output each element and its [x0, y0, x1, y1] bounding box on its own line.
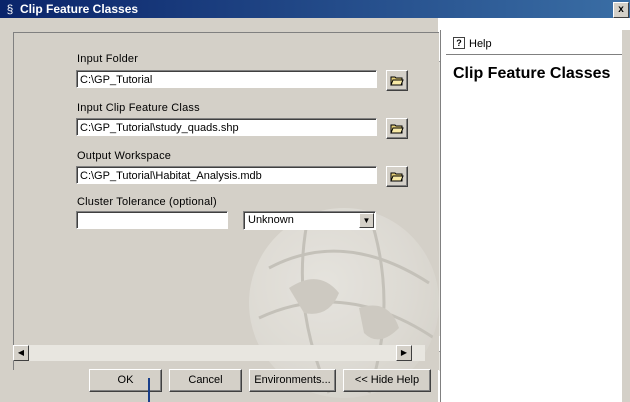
input-folder-field[interactable]: C:\GP_Tutorial [76, 70, 377, 88]
help-tab-label: Help [469, 38, 492, 50]
open-folder-icon [390, 172, 404, 182]
input-clip-browse-button[interactable] [386, 118, 408, 139]
scroll-right-button[interactable]: ▶ [396, 345, 412, 361]
callout-pointer-line [148, 378, 150, 402]
output-workspace-label: Output Workspace [77, 150, 172, 162]
input-clip-field[interactable]: C:\GP_Tutorial\study_quads.shp [76, 118, 377, 136]
chevron-down-icon[interactable]: ▼ [359, 213, 374, 228]
tolerance-unit-select[interactable]: Unknown ▼ [243, 211, 376, 230]
cluster-tolerance-field[interactable] [76, 211, 228, 229]
hide-help-button[interactable]: << Hide Help [343, 369, 431, 392]
input-clip-label: Input Clip Feature Class [77, 102, 200, 114]
input-folder-label: Input Folder [77, 53, 139, 65]
help-title: Clip Feature Classes [453, 65, 611, 82]
output-workspace-field[interactable]: C:\GP_Tutorial\Habitat_Analysis.mdb [76, 166, 377, 184]
horizontal-scrollbar[interactable]: ◀ ▶ [13, 345, 425, 361]
tolerance-unit-value: Unknown [248, 214, 294, 226]
clip-feature-classes-dialog: § Clip Feature Classes x Input Folder C:… [0, 0, 630, 402]
scroll-left-button[interactable]: ◀ [13, 345, 29, 361]
cluster-tolerance-label: Cluster Tolerance (optional) [77, 196, 217, 208]
parameters-panel: Input Folder C:\GP_Tutorial Input Clip F… [0, 18, 455, 402]
window-title: Clip Feature Classes [20, 2, 139, 16]
parameters-pane: Input Folder C:\GP_Tutorial Input Clip F… [13, 32, 455, 398]
open-folder-icon [390, 124, 404, 134]
environments-button[interactable]: Environments... [249, 369, 336, 392]
ok-button[interactable]: OK [89, 369, 162, 392]
cancel-button[interactable]: Cancel [169, 369, 242, 392]
help-panel [440, 30, 630, 402]
help-scrollbar[interactable] [622, 30, 630, 402]
open-folder-icon [390, 76, 404, 86]
help-tab[interactable]: ? Help [446, 34, 622, 55]
title-bar: § Clip Feature Classes x [0, 0, 630, 18]
toolbox-icon: § [6, 2, 14, 16]
close-button[interactable]: x [613, 2, 629, 18]
output-workspace-browse-button[interactable] [386, 166, 408, 187]
input-folder-browse-button[interactable] [386, 70, 408, 91]
help-icon: ? [453, 37, 465, 49]
